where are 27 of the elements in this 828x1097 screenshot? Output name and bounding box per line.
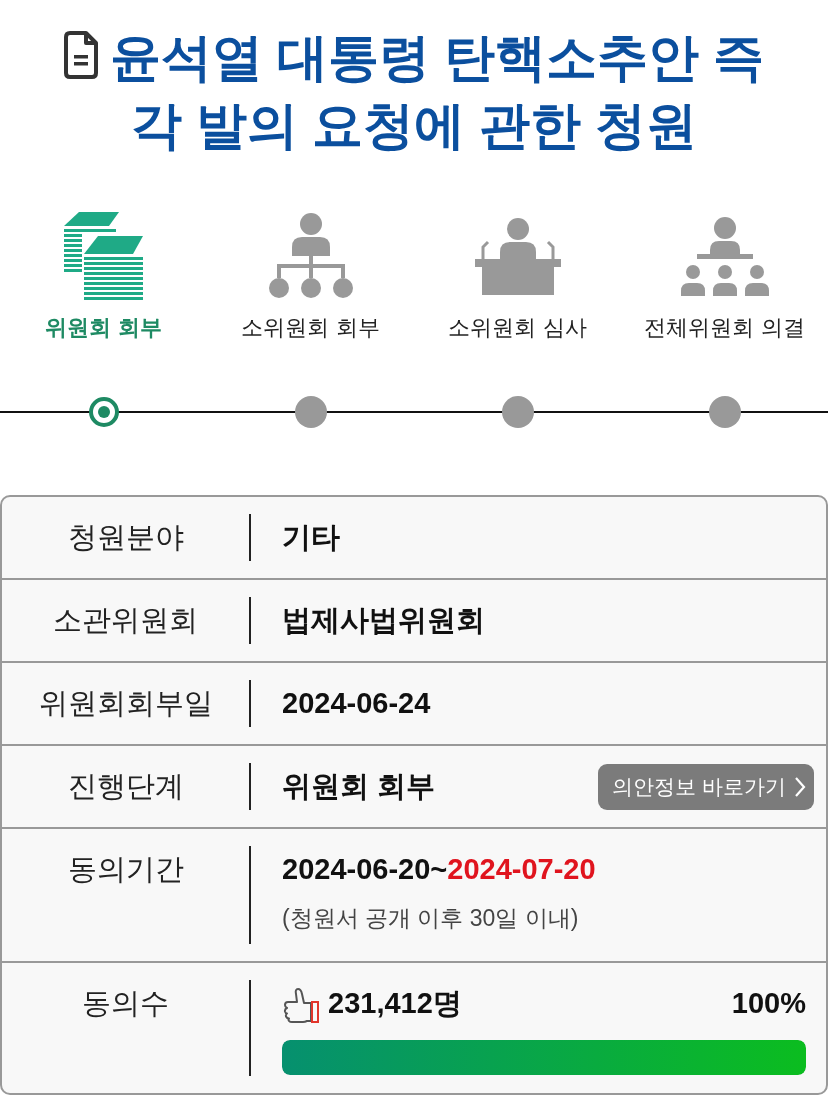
- field-label: 소관위원회: [53, 604, 198, 636]
- paper-stack-icon: [62, 210, 145, 302]
- field-value: 2024-06-24: [282, 686, 431, 721]
- bill-info-button[interactable]: 의안정보 바로가기: [598, 763, 814, 810]
- field-value: 법제사법위원회: [282, 603, 485, 638]
- document-icon: [63, 31, 98, 79]
- field-label: 위원회회부일: [38, 687, 213, 719]
- step-label: 위원회 회부: [45, 314, 162, 342]
- chevron-right-icon: [794, 775, 806, 798]
- field-label: 청원분야: [67, 521, 184, 553]
- agree-count: 231,412명: [328, 986, 462, 1021]
- field-label: 동의기간: [67, 853, 184, 885]
- period-note: (청원서 공개 이후 30일 이내): [282, 904, 579, 933]
- presenter-audience-icon: [679, 216, 770, 296]
- start-date: 2024-06-20~: [282, 853, 448, 885]
- petition-title: 윤석열 대통령 탄핵소추안 즉각 발의 요청에 관한 청원: [109, 29, 765, 154]
- podium-speaker-icon: [474, 217, 561, 295]
- field-label: 진행단계: [67, 770, 184, 802]
- step-label: 소위원회 심사: [448, 314, 587, 342]
- step-label: 전체위원회 의결: [644, 314, 805, 342]
- field-value: 위원회 회부: [282, 769, 436, 804]
- field-value: 기타: [282, 520, 340, 555]
- end-date: 2024-07-20: [447, 853, 596, 885]
- agree-percent: 100%: [731, 986, 806, 1021]
- org-chart-icon: [267, 212, 354, 300]
- field-label: 동의수: [82, 987, 169, 1019]
- step-label: 소위원회 회부: [241, 314, 380, 342]
